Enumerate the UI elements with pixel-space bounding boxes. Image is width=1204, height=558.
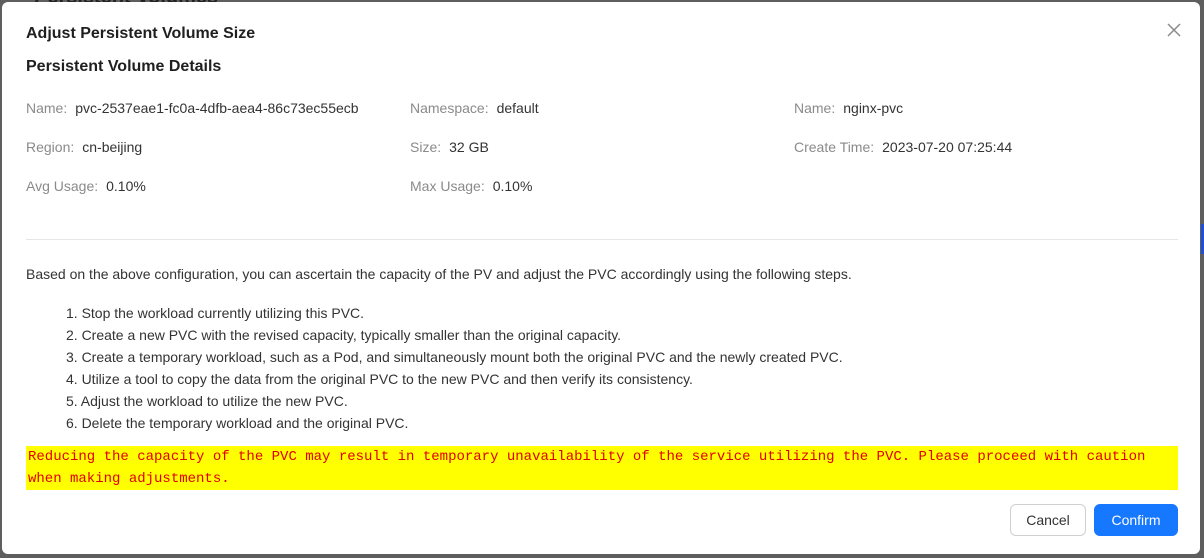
step-item: 3. Create a temporary workload, such as …: [66, 349, 843, 365]
detail-pv-name: Name: pvc-2537eae1-fc0a-4dfb-aea4-86c73ec…: [26, 100, 410, 139]
detail-label: Namespace: [410, 100, 485, 116]
detail-value: default: [496, 100, 539, 116]
detail-label: Region: [26, 139, 71, 155]
detail-label: Max Usage: [410, 178, 481, 194]
detail-pvc-name: Name: nginx-pvc: [794, 100, 1178, 139]
details-row: Region: cn-beijing Size: 32 GB Create Time…: [26, 139, 1178, 178]
detail-separator: :: [437, 139, 442, 155]
step-item: 5. Adjust the workload to utilize the ne…: [66, 393, 348, 409]
detail-separator: :: [70, 139, 75, 155]
close-icon: [1167, 23, 1181, 37]
detail-separator: :: [480, 178, 485, 194]
detail-label: Name: [794, 100, 832, 116]
detail-region: Region: cn-beijing: [26, 139, 410, 178]
details-row: Name: pvc-2537eae1-fc0a-4dfb-aea4-86c73ec…: [26, 100, 1178, 139]
warning-message: Reducing the capacity of the PVC may res…: [26, 446, 1178, 490]
detail-separator: :: [870, 139, 875, 155]
detail-max-usage: Max Usage: 0.10%: [410, 178, 794, 217]
step-item: 4. Utilize a tool to copy the data from …: [66, 371, 693, 387]
detail-avg-usage: Avg Usage: 0.10%: [26, 178, 410, 217]
detail-label: Size: [410, 139, 438, 155]
detail-value: 0.10%: [106, 178, 146, 194]
detail-value: 0.10%: [492, 178, 533, 194]
dialog-title: Adjust Persistent Volume Size: [26, 25, 256, 42]
detail-value: 2023-07-20 07:25:44: [882, 139, 1013, 155]
detail-create-time: Create Time: 2023-07-20 07:25:44: [794, 139, 1178, 178]
adjust-pv-size-dialog: Adjust Persistent Volume Size Persistent…: [2, 2, 1200, 554]
detail-value: 32 GB: [449, 139, 489, 155]
pv-details: Name: pvc-2537eae1-fc0a-4dfb-aea4-86c73ec…: [26, 100, 1178, 217]
steps-list: 1. Stop the workload currently utilizing…: [66, 302, 843, 434]
details-section-title: Persistent Volume Details: [26, 58, 222, 75]
detail-separator: :: [94, 178, 99, 194]
detail-separator: :: [831, 100, 836, 116]
detail-label: Create Time: [794, 139, 871, 155]
close-button[interactable]: [1166, 22, 1182, 38]
detail-value: pvc-2537eae1-fc0a-4dfb-aea4-86c73ec55ecb: [75, 100, 359, 116]
detail-separator: :: [63, 100, 68, 116]
confirm-button[interactable]: Confirm: [1094, 504, 1178, 536]
detail-label: Name: [26, 100, 64, 116]
instructions-intro: Based on the above configuration, you ca…: [26, 266, 852, 282]
step-item: 1. Stop the workload currently utilizing…: [66, 305, 365, 321]
detail-size: Size: 32 GB: [410, 139, 794, 178]
detail-namespace: Namespace: default: [410, 100, 794, 139]
step-item: 6. Delete the temporary workload and the…: [66, 415, 409, 431]
step-item: 2. Create a new PVC with the revised cap…: [66, 327, 622, 343]
cancel-button[interactable]: Cancel: [1010, 504, 1086, 536]
detail-separator: :: [484, 100, 489, 116]
section-divider: [26, 239, 1178, 240]
detail-value: cn-beijing: [82, 139, 143, 155]
detail-value: nginx-pvc: [843, 100, 904, 116]
detail-label: Avg Usage: [26, 178, 95, 194]
details-row: Avg Usage: 0.10% Max Usage: 0.10%: [26, 178, 1178, 217]
